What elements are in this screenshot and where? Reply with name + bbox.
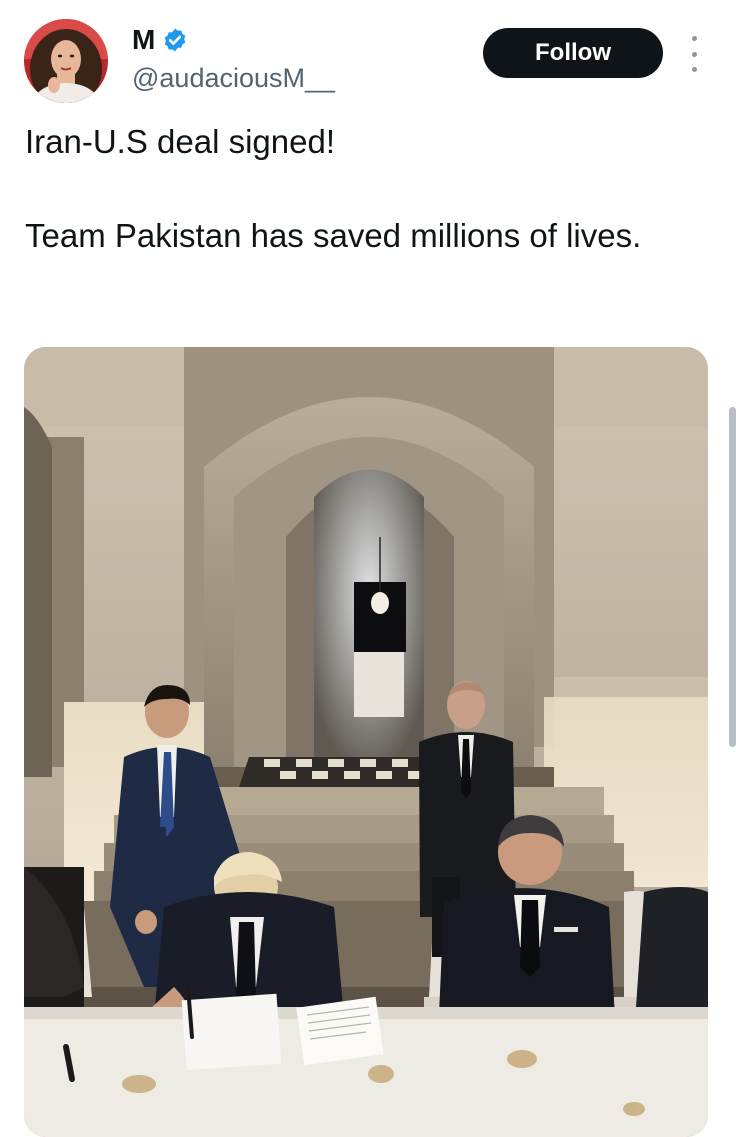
tweet-text: Iran-U.S deal signed! Team Pakistan has … <box>25 118 665 259</box>
author-handle[interactable]: @audaciousM__ <box>132 63 335 94</box>
author-name-row[interactable]: M <box>132 24 188 56</box>
tweet-card: M @audaciousM__ Follow Iran-U.S deal sig… <box>0 0 736 1137</box>
author-avatar[interactable] <box>24 19 108 103</box>
profile-photo-icon <box>24 19 108 103</box>
tweet-line: Team Pakistan has saved millions of live… <box>25 217 642 254</box>
more-dot <box>691 51 697 57</box>
verified-badge-icon <box>164 28 186 52</box>
more-options-icon[interactable] <box>684 36 704 72</box>
more-dot <box>691 67 697 72</box>
tweet-media[interactable] <box>24 347 708 1137</box>
tweet-line: Iran-U.S deal signed! <box>25 123 336 160</box>
page-scrollbar[interactable] <box>729 407 736 747</box>
author-display-name[interactable]: M <box>132 24 156 56</box>
media-photo <box>24 347 708 1137</box>
follow-button[interactable]: Follow <box>483 28 663 78</box>
more-dot <box>691 36 697 41</box>
